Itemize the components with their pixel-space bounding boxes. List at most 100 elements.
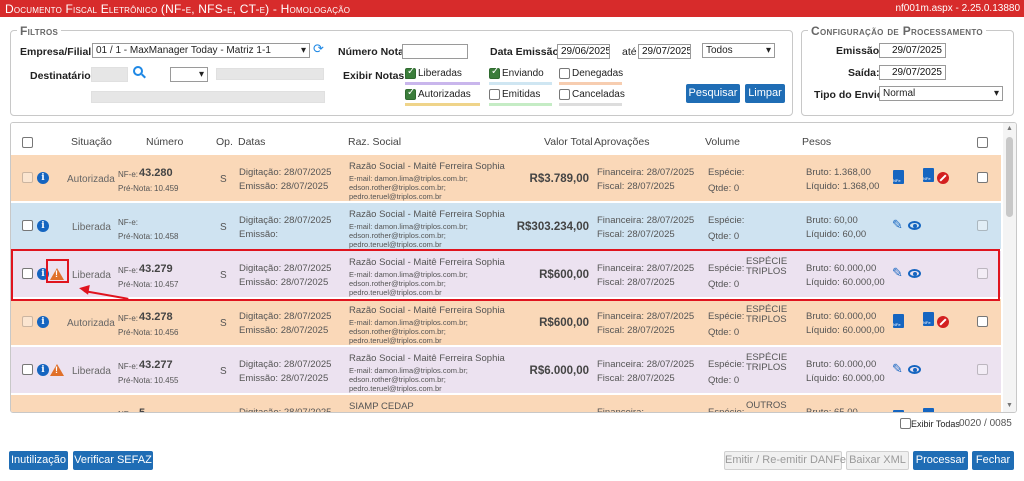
info-icon[interactable]: i bbox=[37, 220, 49, 232]
edit-icon[interactable]: ✎ bbox=[892, 217, 903, 233]
digitacao-cell: Digitação: 28/07/2025 bbox=[239, 359, 332, 370]
exibir-todas-checkbox[interactable] bbox=[900, 418, 911, 429]
row-right-checkbox[interactable] bbox=[977, 172, 988, 183]
especie-label: Espécie: bbox=[708, 311, 745, 322]
danfe-icon[interactable] bbox=[893, 170, 904, 184]
empresa-select[interactable]: 01 / 1 - MaxManager Today - Matriz 1-1 bbox=[92, 43, 310, 58]
table-row[interactable]: iAutorizadaNF-e:5Pré-Nota:0EDigitação: 2… bbox=[11, 395, 1001, 413]
danfe-icon[interactable] bbox=[893, 314, 904, 328]
financeira-cell: Financeira: bbox=[597, 407, 644, 413]
baixar-xml-button[interactable]: Baixar XML bbox=[846, 451, 909, 470]
verificar-sefaz-button[interactable]: Verificar SEFAZ bbox=[73, 451, 153, 470]
edit-icon[interactable]: ✎ bbox=[892, 361, 903, 377]
xml-download-icon[interactable] bbox=[923, 408, 934, 412]
data-emissao-from-input[interactable]: 29/06/2025 bbox=[557, 44, 610, 59]
row-checkbox[interactable] bbox=[22, 220, 33, 231]
highlight-warning-box bbox=[46, 259, 69, 283]
row-checkbox[interactable] bbox=[22, 316, 33, 327]
liberadas-checkbox[interactable] bbox=[405, 66, 416, 79]
situacao-cell: Liberada bbox=[72, 366, 111, 377]
liquido-cell: Líquido: 60.000,00 bbox=[806, 325, 885, 336]
nf-label: NF-e: bbox=[118, 170, 138, 179]
cancel-icon[interactable] bbox=[937, 172, 949, 184]
tipo-envio-label: Tipo do Envio: bbox=[814, 89, 887, 101]
processar-button[interactable]: Processar bbox=[913, 451, 968, 470]
op-cell: S bbox=[220, 318, 227, 329]
exibir-notas-label: Exibir Notas: bbox=[343, 70, 408, 82]
table-row[interactable]: i Autorizada NF-e: 43.280 Pré-Nota: 10.459 S Di… bbox=[11, 155, 1001, 202]
numero-nota-input[interactable] bbox=[402, 44, 468, 59]
emitidas-checkbox[interactable] bbox=[489, 89, 500, 100]
danfe-icon[interactable] bbox=[893, 410, 904, 412]
data-emissao-to-input[interactable]: 29/07/2025 bbox=[638, 44, 691, 59]
limpar-button[interactable]: Limpar bbox=[745, 84, 785, 103]
row-checkbox[interactable] bbox=[22, 172, 33, 183]
info-icon[interactable]: i bbox=[37, 172, 49, 184]
table-row[interactable]: i Autorizada NF-e: 43.278 Pré-Nota: 10.456 S Di… bbox=[11, 299, 1001, 346]
view-icon[interactable] bbox=[908, 221, 921, 230]
op-cell: S bbox=[220, 222, 227, 233]
enviando-checkbox[interactable] bbox=[489, 66, 500, 79]
destinatario-code-input[interactable] bbox=[91, 67, 128, 82]
table-row[interactable]: i Liberada NF-e:43.277 Pré-Nota:10.455 S Digi… bbox=[11, 347, 1001, 394]
config-legend: Configuração de Processamento bbox=[808, 24, 986, 38]
warning-icon[interactable] bbox=[50, 364, 64, 376]
tipo-envio-select[interactable]: Normal bbox=[879, 86, 1003, 101]
autorizadas-checkbox[interactable] bbox=[405, 87, 416, 100]
info-icon[interactable]: i bbox=[37, 316, 49, 328]
especie-value: ESPÉCIE TRIPLOS bbox=[746, 352, 788, 373]
inutilizacao-button[interactable]: Inutilização bbox=[9, 451, 68, 470]
email-line: pedro.teruel@triplos.com.br bbox=[349, 384, 442, 393]
digitacao-cell: Digitação: 28/07/2025 bbox=[239, 407, 332, 413]
denegadas-color-bar bbox=[559, 82, 622, 85]
razao-cell: SIAMP CEDAP bbox=[349, 401, 414, 412]
razao-cell: Razão Social - Maitê Ferreira Sophia bbox=[349, 305, 505, 316]
header-right-checkbox[interactable] bbox=[977, 137, 988, 148]
pre-nota-label: Pré-Nota: bbox=[118, 328, 153, 337]
header-volume: Volume bbox=[705, 136, 741, 148]
info-icon[interactable]: i bbox=[37, 412, 49, 413]
select-all-checkbox[interactable] bbox=[22, 137, 33, 148]
view-icon[interactable] bbox=[908, 365, 921, 374]
scroll-thumb[interactable] bbox=[1006, 137, 1013, 217]
row-checkbox[interactable] bbox=[22, 412, 33, 413]
email-line: pedro.teruel@triplos.com.br bbox=[349, 240, 442, 249]
table-row[interactable]: i Liberada NF-e: Pré-Nota: 10.458 S Digitação:… bbox=[11, 203, 1001, 250]
grid-scrollbar[interactable]: ▲ ▼ bbox=[1003, 123, 1016, 412]
scroll-up-arrow[interactable]: ▲ bbox=[1006, 125, 1013, 132]
digitacao-cell: Digitação: 28/07/2025 bbox=[239, 215, 332, 226]
pesquisar-button[interactable]: Pesquisar bbox=[686, 84, 740, 103]
canceladas-checkbox[interactable] bbox=[559, 89, 570, 100]
row-checkbox[interactable] bbox=[22, 364, 33, 375]
xml-download-icon[interactable] bbox=[923, 168, 934, 182]
emissao-input[interactable]: 29/07/2025 bbox=[879, 43, 946, 58]
header-valor: Valor Total bbox=[544, 136, 593, 148]
emitir-danfe-button[interactable]: Emitir / Re-emitir DANFe bbox=[724, 451, 846, 470]
razao-cell: Razão Social - Maitê Ferreira Sophia bbox=[349, 353, 505, 364]
data-emissao-label: Data Emissão: bbox=[490, 46, 563, 58]
especie-label: Espécie: bbox=[708, 167, 745, 178]
valor-cell: R$600,00 bbox=[539, 317, 589, 329]
bruto-cell: Bruto: 60.000,00 bbox=[806, 311, 877, 322]
refresh-icon[interactable]: ⟳ bbox=[313, 41, 324, 57]
cancel-icon[interactable] bbox=[937, 316, 949, 328]
denegadas-checkbox[interactable] bbox=[559, 68, 570, 79]
row-right-checkbox[interactable] bbox=[977, 364, 988, 375]
destinatario-type-select[interactable] bbox=[170, 67, 208, 82]
row-right-checkbox[interactable] bbox=[977, 220, 988, 231]
emissao-cell: Emissão: bbox=[239, 229, 279, 240]
fiscal-cell: Fiscal: 28/07/2025 bbox=[597, 373, 675, 384]
saida-input[interactable]: 29/07/2025 bbox=[879, 65, 946, 80]
cancel-icon[interactable] bbox=[937, 412, 949, 413]
info-icon[interactable]: i bbox=[37, 364, 49, 376]
enviando-color-bar bbox=[489, 82, 552, 85]
fechar-button[interactable]: Fechar bbox=[972, 451, 1014, 470]
destinatario-name-input bbox=[216, 68, 324, 80]
scroll-down-arrow[interactable]: ▼ bbox=[1006, 402, 1013, 409]
row-right-checkbox[interactable] bbox=[977, 412, 988, 413]
denegadas-label: Denegadas bbox=[572, 68, 624, 79]
xml-download-icon[interactable] bbox=[923, 312, 934, 326]
status-select[interactable]: Todos bbox=[702, 43, 775, 58]
row-right-checkbox[interactable] bbox=[977, 316, 988, 327]
enviando-label: Enviando bbox=[502, 68, 544, 79]
